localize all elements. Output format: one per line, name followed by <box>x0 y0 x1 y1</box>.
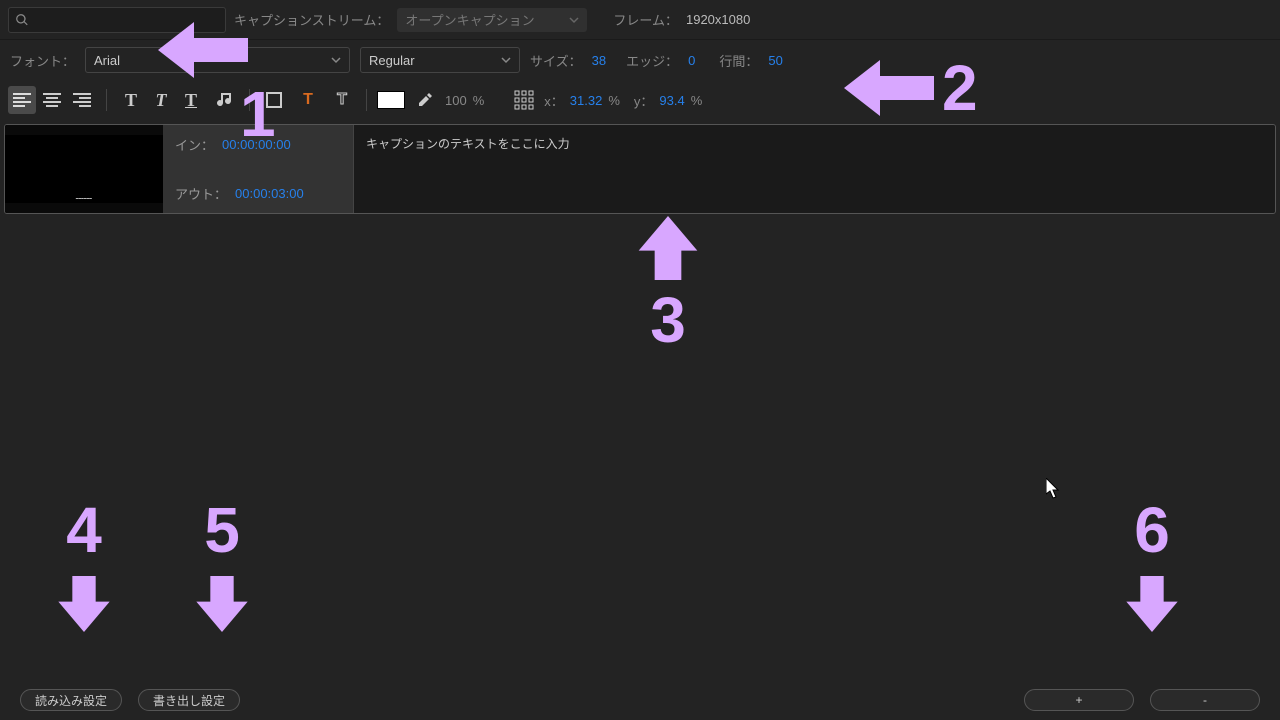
leading-value[interactable]: 50 <box>768 53 782 68</box>
font-label: フォント： <box>10 51 75 70</box>
align-left-icon <box>13 93 31 107</box>
y-pct: % <box>691 93 703 108</box>
edge-label: エッジ： <box>626 51 678 70</box>
align-right-button[interactable] <box>68 86 96 114</box>
size-label: サイズ： <box>530 51 582 70</box>
out-label: アウト： <box>175 184 227 203</box>
bold-button[interactable]: T <box>117 86 145 114</box>
position-grid-button[interactable] <box>510 86 538 114</box>
caption-time-column: イン： 00:00:00:00 アウト： 00:00:03:00 <box>163 125 353 213</box>
caption-stream-value: オープンキャプション <box>405 10 534 29</box>
add-caption-button[interactable]: + <box>1024 689 1134 711</box>
divider <box>249 89 250 111</box>
align-left-button[interactable] <box>8 86 36 114</box>
underline-button[interactable]: T <box>177 86 205 114</box>
frame-label: フレーム： <box>613 10 678 29</box>
font-style-dropdown[interactable]: Regular <box>360 47 520 73</box>
in-timecode[interactable]: 00:00:00:00 <box>222 137 291 152</box>
caption-stream-dropdown[interactable]: オープンキャプション <box>397 8 587 32</box>
annotation-5: 5 <box>194 498 250 640</box>
grid-icon <box>514 90 534 110</box>
align-center-icon <box>43 93 61 107</box>
font-style-value: Regular <box>369 53 415 68</box>
mouse-cursor <box>1046 478 1062 500</box>
opacity-value[interactable]: 100 <box>445 93 467 108</box>
divider <box>106 89 107 111</box>
caption-stream-label: キャプションストリーム： <box>234 10 389 29</box>
in-label: イン： <box>175 135 214 154</box>
font-family-dropdown[interactable]: Arial <box>85 47 350 73</box>
eyedropper-icon <box>417 92 433 108</box>
divider <box>366 89 367 111</box>
x-value[interactable]: 31.32 <box>570 93 603 108</box>
export-settings-button[interactable]: 書き出し設定 <box>138 689 240 711</box>
edge-value[interactable]: 0 <box>688 53 695 68</box>
background-box-button[interactable] <box>260 86 288 114</box>
leading-label: 行間： <box>719 51 758 70</box>
annotation-6: 6 <box>1124 498 1180 640</box>
size-value[interactable]: 38 <box>592 53 606 68</box>
y-value[interactable]: 93.4 <box>659 93 684 108</box>
text-fill-icon: T <box>303 91 313 109</box>
eyedropper-button[interactable] <box>411 86 439 114</box>
caption-row[interactable]: ━━━━━━ イン： 00:00:00:00 アウト： 00:00:03:00 … <box>4 124 1276 214</box>
square-icon <box>266 92 282 108</box>
fill-color-swatch[interactable] <box>377 91 405 109</box>
y-label: y： <box>634 91 654 110</box>
frame-value: 1920x1080 <box>686 12 750 27</box>
annotation-4: 4 <box>56 498 112 640</box>
chevron-down-icon <box>501 55 511 65</box>
x-label: x： <box>544 91 564 110</box>
annotation-3: 3 <box>636 208 700 352</box>
align-right-icon <box>73 93 91 107</box>
text-outline-icon: T <box>337 91 347 109</box>
font-family-value: Arial <box>94 53 120 68</box>
caption-thumbnail: ━━━━━━ <box>5 125 163 213</box>
out-timecode[interactable]: 00:00:03:00 <box>235 186 304 201</box>
search-input[interactable] <box>8 7 226 33</box>
italic-button[interactable]: T <box>147 86 175 114</box>
align-center-button[interactable] <box>38 86 66 114</box>
caption-text-input[interactable]: キャプションのテキストをここに入力 <box>353 125 1275 213</box>
text-outline-button[interactable]: T <box>328 86 356 114</box>
import-settings-button[interactable]: 読み込み設定 <box>20 689 122 711</box>
chevron-down-icon <box>331 55 341 65</box>
percent-label: % <box>473 93 485 108</box>
text-fill-button[interactable]: T <box>294 86 322 114</box>
music-note-button[interactable] <box>211 86 239 114</box>
remove-caption-button[interactable]: - <box>1150 689 1260 711</box>
music-note-icon <box>217 91 233 109</box>
x-pct: % <box>608 93 620 108</box>
search-icon <box>15 13 29 27</box>
chevron-down-icon <box>569 15 579 25</box>
